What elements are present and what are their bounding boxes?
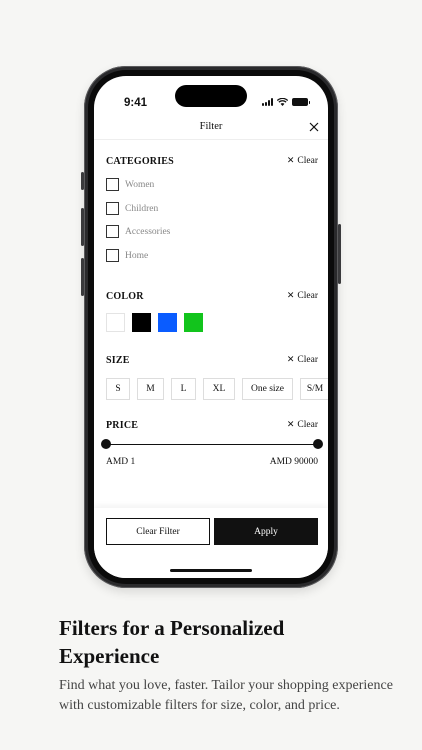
slider-max-handle[interactable]: [313, 439, 323, 449]
size-chip-xl[interactable]: XL: [203, 378, 235, 400]
swatch-green[interactable]: [184, 313, 203, 332]
page-title: Filter: [199, 121, 223, 132]
category-option-children[interactable]: Children: [106, 202, 158, 215]
size-chip-one-size[interactable]: One size: [242, 378, 293, 400]
category-option-home[interactable]: Home: [106, 249, 148, 262]
slider-track: [106, 443, 318, 445]
checkbox[interactable]: [106, 249, 119, 262]
clear-label: Clear: [297, 156, 318, 166]
size-title: SIZE: [106, 355, 130, 366]
size-chip-m[interactable]: M: [137, 378, 164, 400]
clear-label: Clear: [297, 420, 318, 430]
size-clear-button[interactable]: ✕ Clear: [287, 355, 318, 365]
silent-switch: [81, 172, 84, 190]
battery-icon: [292, 98, 310, 106]
checkbox[interactable]: [106, 178, 119, 191]
size-chip-s[interactable]: S: [106, 378, 130, 400]
clear-x-icon: ✕: [286, 291, 295, 301]
clear-x-icon: ✕: [286, 355, 295, 365]
app-screen: 9:41 Filter CATEGORIES ✕ Clear Women Chi…: [94, 76, 328, 578]
apply-button[interactable]: Apply: [214, 518, 318, 545]
phone-frame: 9:41 Filter CATEGORIES ✕ Clear Women Chi…: [81, 66, 341, 588]
category-option-women[interactable]: Women: [106, 178, 154, 191]
nav-bar: Filter: [94, 116, 328, 140]
checkbox[interactable]: [106, 225, 119, 238]
cellular-signal-icon: [262, 98, 273, 106]
clear-label: Clear: [297, 355, 318, 365]
close-icon[interactable]: [308, 121, 320, 133]
category-label: Women: [125, 179, 155, 190]
action-bar: Clear Filter Apply: [94, 508, 328, 578]
clear-x-icon: ✕: [286, 420, 295, 430]
checkbox[interactable]: [106, 202, 119, 215]
color-clear-button[interactable]: ✕ Clear: [287, 291, 318, 301]
wifi-icon: [277, 98, 288, 106]
clear-filter-button[interactable]: Clear Filter: [106, 518, 210, 545]
volume-down-button: [81, 258, 84, 296]
volume-up-button: [81, 208, 84, 246]
size-chip-l[interactable]: L: [171, 378, 196, 400]
category-label: Home: [125, 250, 149, 261]
swatch-blue[interactable]: [158, 313, 177, 332]
price-range-slider[interactable]: [101, 439, 323, 449]
status-icons: [262, 98, 310, 106]
categories-title: CATEGORIES: [106, 156, 174, 167]
color-swatches: [106, 313, 203, 332]
category-label: Children: [125, 203, 159, 214]
category-option-accessories[interactable]: Accessories: [106, 225, 170, 238]
clear-label: Clear: [297, 291, 318, 301]
home-indicator: [170, 569, 252, 572]
power-button: [338, 224, 341, 284]
promo-headline: Filters for a Personalized Experience: [59, 616, 285, 668]
clear-x-icon: ✕: [286, 156, 295, 166]
swatch-white[interactable]: [106, 313, 125, 332]
categories-clear-button[interactable]: ✕ Clear: [287, 156, 318, 166]
size-chip-s-m[interactable]: S/M: [300, 378, 328, 400]
status-time: 9:41: [124, 97, 148, 109]
slider-min-handle[interactable]: [101, 439, 111, 449]
price-min-label: AMD 1: [106, 457, 136, 467]
promo-body: Find what you love, faster. Tailor your …: [59, 678, 393, 713]
swatch-black[interactable]: [132, 313, 151, 332]
price-max-label: AMD 90000: [269, 457, 318, 467]
price-clear-button[interactable]: ✕ Clear: [287, 420, 318, 430]
category-label: Accessories: [125, 226, 171, 237]
dynamic-island: [175, 85, 247, 107]
price-title: PRICE: [106, 420, 139, 431]
color-title: COLOR: [106, 291, 144, 302]
size-options: S M L XL One size S/M: [106, 378, 328, 400]
